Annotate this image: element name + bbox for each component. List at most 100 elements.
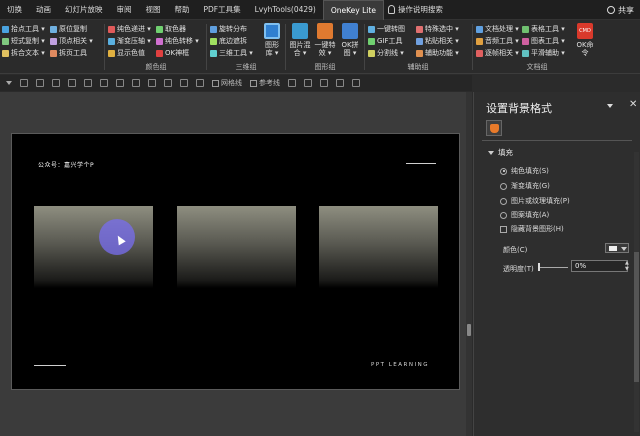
pick-icon (2, 25, 9, 33)
3d-tools-button[interactable]: 三维工具 ▾ (210, 48, 253, 58)
fill-tab[interactable] (486, 120, 502, 136)
divider-line-button[interactable]: 分割线 ▾ (368, 48, 404, 58)
slide[interactable]: 公众号：嘉兴学个P PPT LEARNING (11, 133, 460, 390)
color-picker-dropdown[interactable] (605, 243, 629, 253)
gradient-fill-radio[interactable]: 渐变填充(G) (500, 181, 550, 191)
transparency-slider-handle[interactable] (538, 263, 540, 271)
ribbon-group-3d: 旋转分布 底边遮拆 三维工具 ▾ 图形库 ▾ 三维组 (208, 20, 284, 74)
solid-step-button[interactable]: 纯色递进 ▾ (108, 24, 151, 34)
solid-transfer-button[interactable]: 纯色转移 ▾ (156, 36, 199, 46)
guides-toggle[interactable]: 参考线 (250, 78, 280, 88)
pane-options-dropdown-icon[interactable] (607, 104, 613, 108)
image-blend-button[interactable]: 图片混合 ▾ (289, 23, 311, 57)
color-label: 颜色(C) (503, 246, 528, 254)
pattern-fill-radio[interactable]: 图案填充(A) (500, 210, 549, 220)
short-copy-button[interactable]: 短式复制 ▾ (2, 36, 45, 46)
toolbar-icon-5[interactable] (84, 79, 92, 87)
special-select-button[interactable]: 特殊选中 ▾ (416, 24, 459, 34)
gif-tool-button[interactable]: GIF工具 (368, 36, 403, 46)
gradient-button[interactable]: 渐变压轴 ▾ (108, 36, 151, 46)
divider-icon (368, 49, 375, 57)
toolbar-icon-4[interactable] (68, 79, 76, 87)
canvas-scrollbar[interactable] (466, 92, 472, 436)
tab-review[interactable]: 审阅 (110, 0, 139, 20)
audio-tool-button[interactable]: 音频工具 ▾ (476, 36, 519, 46)
slide-top-line[interactable] (406, 163, 436, 164)
slide-brand-text[interactable]: PPT LEARNING (371, 362, 429, 368)
split-page-button[interactable]: 拆页工具 (50, 48, 87, 58)
tab-slideshow[interactable]: 幻灯片放映 (58, 0, 110, 20)
chart-tool-button[interactable]: 图表工具 ▾ (522, 36, 565, 46)
toolbar-icon-17[interactable] (352, 79, 360, 87)
show-color-value-button[interactable]: 显示色值 (108, 48, 145, 58)
split-text-button[interactable]: 拆合文本 ▾ (2, 48, 45, 58)
document-process-button[interactable]: 文档处理 ▾ (476, 24, 519, 34)
transfer-icon (156, 37, 163, 45)
toolbar-icon-14[interactable] (304, 79, 312, 87)
toolbar-icon-8[interactable] (132, 79, 140, 87)
toolbar-icon-9[interactable] (148, 79, 156, 87)
group-label-3d: 三维组 (235, 63, 257, 71)
tab-help[interactable]: 帮助 (168, 0, 197, 20)
ok-frame-button[interactable]: OK神框 (156, 48, 189, 58)
toolbar-icon-3[interactable] (52, 79, 60, 87)
in-place-copy-button[interactable]: 原位复制 (50, 24, 87, 34)
pane-scrollbar-thumb[interactable] (634, 252, 639, 382)
one-click-to-image-button[interactable]: 一键转图 (368, 24, 405, 34)
toolbar-icon-1[interactable] (20, 79, 28, 87)
solid-fill-radio[interactable]: 纯色填充(S) (500, 166, 549, 176)
toolbar-icon-2[interactable] (36, 79, 44, 87)
tab-view[interactable]: 视图 (139, 0, 168, 20)
shape-library-button[interactable]: 图形库 ▾ (262, 23, 282, 57)
share-button[interactable]: 共享 (607, 0, 634, 20)
transparency-slider[interactable] (538, 267, 568, 268)
table-tool-button[interactable]: 表格工具 ▾ (522, 24, 565, 34)
assist-function-button[interactable]: 辅助功能 ▾ (416, 48, 459, 58)
slide-card-2[interactable] (177, 206, 296, 288)
slide-bottom-line[interactable] (34, 365, 66, 366)
ribbon-separator (364, 24, 365, 70)
tab-animations[interactable]: 动画 (29, 0, 58, 20)
smooth-assist-button[interactable]: 平滑辅助 ▾ (522, 48, 565, 58)
toolbar-icon-12[interactable] (196, 79, 204, 87)
vertex-button[interactable]: 顶点相关 ▾ (50, 36, 93, 46)
transparency-input[interactable]: 0% (571, 260, 628, 272)
pick-tool-button[interactable]: 拾点工具 ▾ (2, 24, 45, 34)
ok-puzzle-button[interactable]: OK拼图 ▾ (339, 23, 361, 57)
bottom-mask-button[interactable]: 底边遮拆 (210, 36, 247, 46)
picture-fill-radio[interactable]: 图片或纹理填充(P) (500, 196, 570, 206)
tab-pdf-tools[interactable]: PDF工具集 (197, 0, 248, 20)
tell-me-search[interactable]: 操作说明搜索 (384, 0, 450, 20)
color-value-icon (108, 49, 115, 57)
toolbar-icon-16[interactable] (336, 79, 344, 87)
transparency-spinner[interactable]: ▲ ▼ (625, 260, 629, 272)
toolbar-icon-6[interactable] (100, 79, 108, 87)
gridlines-toggle[interactable]: 网格线 (212, 78, 242, 88)
hide-background-checkbox[interactable]: 隐藏背景图形(H) (500, 224, 564, 234)
color-picker-button[interactable]: 取色器 (156, 24, 186, 34)
toolbar-icon-13[interactable] (288, 79, 296, 87)
slide-card-1[interactable] (34, 206, 153, 288)
scrollbar-thumb[interactable] (467, 324, 471, 336)
close-icon[interactable]: ✕ (629, 99, 637, 110)
ok-command-button[interactable]: CMD OK命令 (574, 23, 596, 57)
one-click-effect-button[interactable]: 一键特效 ▾ (314, 23, 336, 57)
tab-onekey-lite[interactable]: OneKey Lite (322, 0, 384, 20)
checkbox-icon (212, 79, 219, 87)
dropdown-icon[interactable] (6, 81, 12, 85)
toolbar-icon-15[interactable] (320, 79, 328, 87)
toolbar-icon-11[interactable] (180, 79, 188, 87)
slide-card-3[interactable] (319, 206, 438, 288)
toolbar-icon-10[interactable] (164, 79, 172, 87)
pane-scrollbar[interactable] (634, 152, 639, 432)
format-background-pane: 设置背景格式 ✕ 填充 纯色填充(S) 渐变填充(G) 图片或纹理填充(P) 图… (473, 92, 640, 436)
tab-transitions[interactable]: 切换 (0, 0, 29, 20)
tab-lvyhtools[interactable]: LvyhTools(0429) (248, 0, 323, 20)
slide-account-label[interactable]: 公众号：嘉兴学个P (38, 160, 94, 169)
chart-icon (522, 37, 529, 45)
paste-related-button[interactable]: 粘贴相关 ▾ (416, 36, 459, 46)
toolbar-icon-7[interactable] (116, 79, 124, 87)
rotate-distribute-button[interactable]: 旋转分布 (210, 24, 247, 34)
frame-by-frame-button[interactable]: 逐帧相关 ▾ (476, 48, 519, 58)
fill-section-header[interactable]: 填充 (488, 147, 513, 158)
